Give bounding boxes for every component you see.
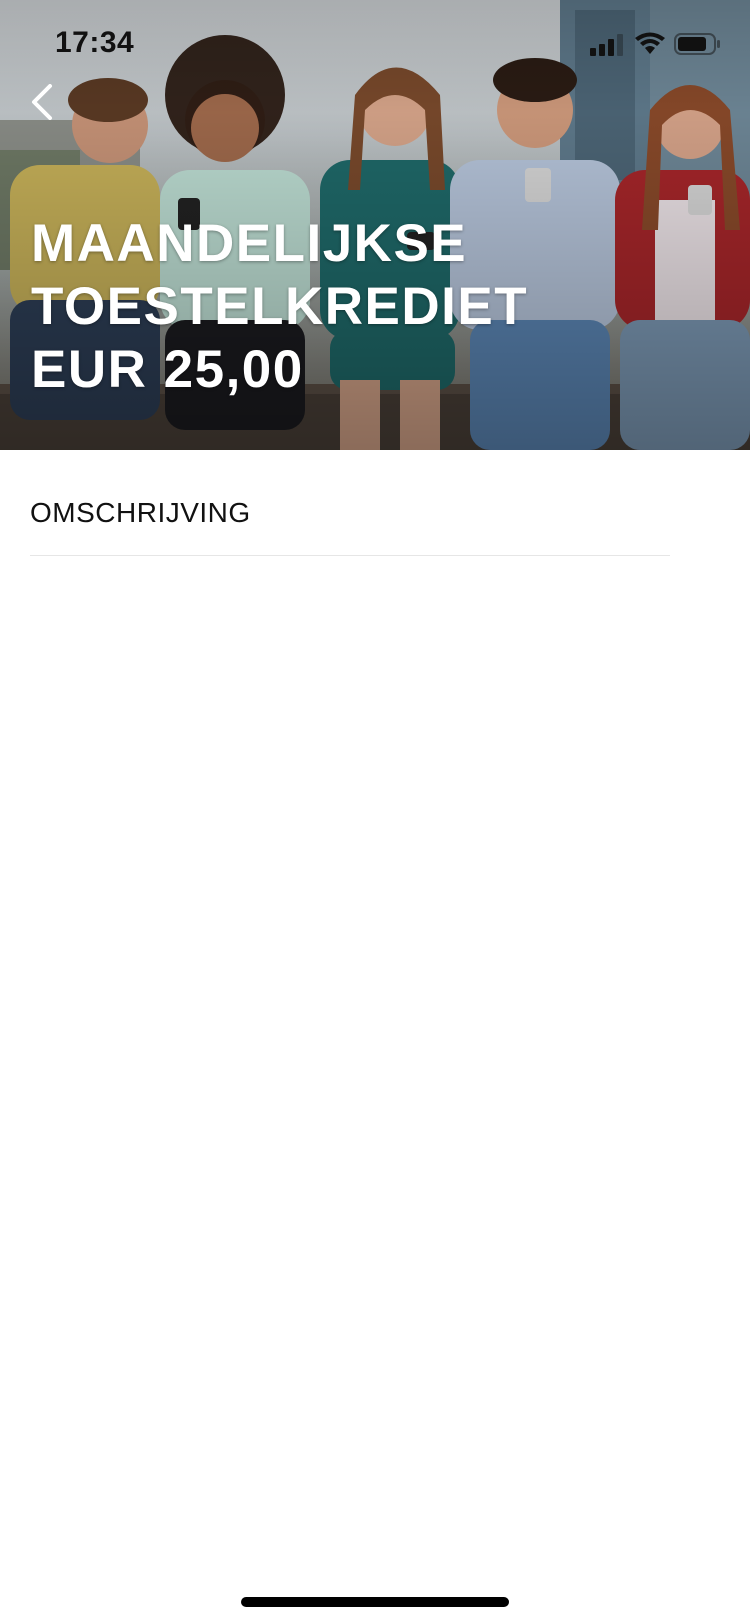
page-title: MAANDELIJKSE TOESTELKREDIET EUR 25,00 (31, 212, 721, 401)
title-line-3-price: EUR 25,00 (31, 340, 304, 399)
section-label: OMSCHRIJVING (30, 496, 251, 528)
home-indicator[interactable] (241, 1597, 509, 1607)
wifi-icon (635, 32, 665, 54)
screen: 17:34 MAANDELIJKSE TOESTELKREDIET EUR 25… (0, 0, 750, 1624)
signal-icon (590, 32, 626, 56)
title-line-2: TOESTELKREDIET (31, 277, 529, 336)
title-line-1: MAANDELIJKSE (31, 214, 468, 273)
status-bar: 17:34 (0, 0, 750, 88)
hero-banner: 17:34 MAANDELIJKSE TOESTELKREDIET EUR 25… (0, 0, 750, 450)
back-button[interactable] (18, 78, 66, 126)
chevron-left-icon (32, 84, 52, 120)
status-time: 17:34 (55, 26, 135, 59)
description-section-header[interactable]: OMSCHRIJVING (30, 470, 670, 556)
battery-icon (674, 33, 720, 55)
status-icons (590, 32, 720, 58)
